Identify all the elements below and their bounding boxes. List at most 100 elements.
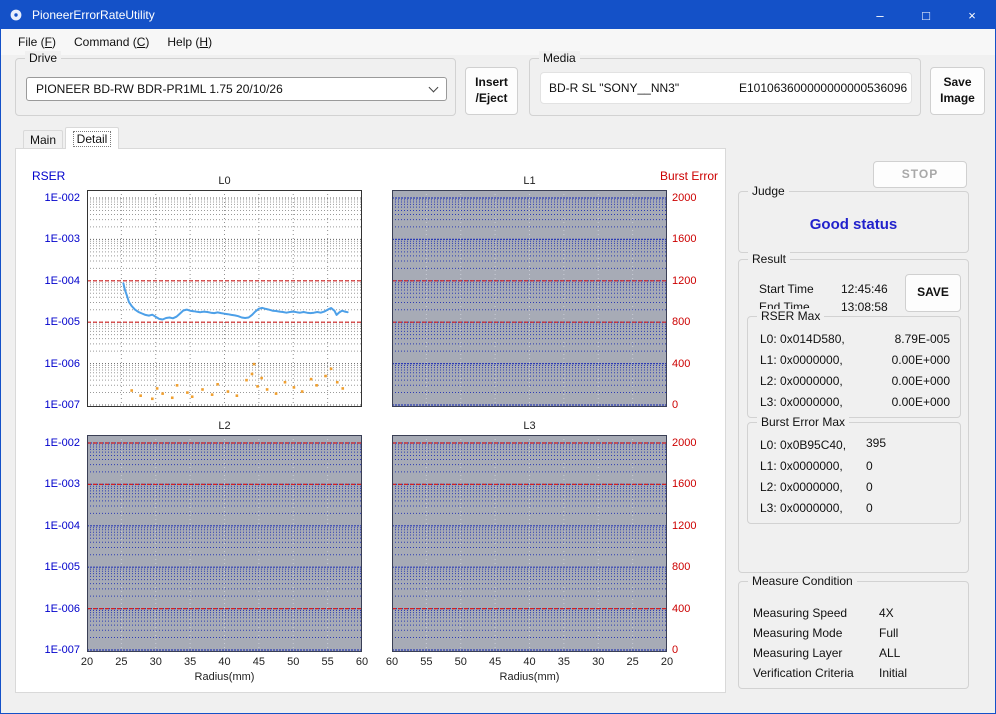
measuring-speed-label: Measuring Speed xyxy=(753,606,847,620)
radius-tick-label: 35 xyxy=(177,656,203,669)
insert-eject-line2: /Eject xyxy=(475,91,507,107)
measuring-speed-value: 4X xyxy=(879,606,894,620)
burst-error-max-group: Burst Error Max L0: 0x0B95C40, 395 L1: 0… xyxy=(747,422,961,524)
menu-help-post: ) xyxy=(208,35,212,49)
rser-tick-label: 1E-002 xyxy=(18,191,80,205)
rser-tick-label: 1E-003 xyxy=(18,477,80,491)
burst-max-l2-value: 0 xyxy=(866,480,873,494)
maximize-button[interactable]: □ xyxy=(903,1,949,29)
measuring-mode-label: Measuring Mode xyxy=(753,626,842,640)
burst-tick-label: 0 xyxy=(672,643,720,657)
stop-button[interactable]: STOP xyxy=(873,161,967,188)
result-group: Result Start Time 12:45:46 End Time 13:0… xyxy=(738,259,969,573)
menu-help-key: H xyxy=(199,35,208,49)
x-axis-label-right: Radius(mm) xyxy=(392,671,667,683)
save-button[interactable]: SAVE xyxy=(905,274,961,312)
drive-selected-value: PIONEER BD-RW BDR-PR1ML 1.75 20/10/26 xyxy=(36,82,283,96)
menu-file[interactable]: File (F) xyxy=(9,32,65,52)
burst-tick-label: 400 xyxy=(672,357,720,371)
menu-help[interactable]: Help (H) xyxy=(158,32,221,52)
app-icon xyxy=(8,7,24,23)
rser-max-group: RSER Max L0: 0x014D580, 8.79E-005 L1: 0x… xyxy=(747,316,961,418)
media-field: BD-R SL "SONY__NN3" E1010636000000000005… xyxy=(540,72,912,104)
window-title: PioneerErrorRateUtility xyxy=(32,8,155,22)
chart-l3 xyxy=(392,435,667,652)
burst-max-l1-addr: L1: 0x0000000, xyxy=(760,459,843,473)
measuring-layer-label: Measuring Layer xyxy=(753,646,842,660)
radius-tick-label: 40 xyxy=(517,656,543,669)
burst-tick-label: 1600 xyxy=(672,477,720,491)
rser-max-l0-value: 8.79E-005 xyxy=(895,332,950,346)
menu-command-pre: Command ( xyxy=(74,35,137,49)
radius-tick-label: 40 xyxy=(212,656,238,669)
tab-main[interactable]: Main xyxy=(23,130,63,149)
rser-max-l0-addr: L0: 0x014D580, xyxy=(760,332,845,346)
save-image-line1: Save xyxy=(943,75,971,91)
burst-tick-label: 1200 xyxy=(672,519,720,533)
radius-tick-label: 30 xyxy=(585,656,611,669)
burst-tick-label: 800 xyxy=(672,560,720,574)
minimize-button[interactable]: – xyxy=(857,1,903,29)
media-disc-id: E101063600000000000536096 xyxy=(739,81,907,95)
x-axis-label-left: Radius(mm) xyxy=(87,671,362,683)
result-group-label: Result xyxy=(748,252,790,266)
insert-eject-button[interactable]: Insert /Eject xyxy=(465,67,518,115)
radius-tick-label: 30 xyxy=(143,656,169,669)
rser-max-l1-addr: L1: 0x0000000, xyxy=(760,353,843,367)
burst-max-l1-value: 0 xyxy=(866,459,873,473)
media-disc-type: BD-R SL "SONY__NN3" xyxy=(549,81,739,95)
burst-max-l2-addr: L2: 0x0000000, xyxy=(760,480,843,494)
menu-command[interactable]: Command (C) xyxy=(65,32,158,52)
radius-tick-label: 25 xyxy=(108,656,134,669)
chart-l0 xyxy=(87,190,362,407)
radius-tick-label: 20 xyxy=(654,656,680,669)
rser-tick-label: 1E-005 xyxy=(18,560,80,574)
radius-tick-label: 45 xyxy=(482,656,508,669)
rser-max-l2-value: 0.00E+000 xyxy=(892,374,950,388)
verification-criteria-label: Verification Criteria xyxy=(753,666,854,680)
burst-tick-label: 800 xyxy=(672,315,720,329)
start-time-label: Start Time xyxy=(759,282,814,296)
rser-max-l2-addr: L2: 0x0000000, xyxy=(760,374,843,388)
burst-tick-label: 400 xyxy=(672,602,720,616)
chart-l2 xyxy=(87,435,362,652)
menu-bar: File (F) Command (C) Help (H) xyxy=(1,29,995,55)
rser-max-l3-value: 0.00E+000 xyxy=(892,395,950,409)
radius-tick-label: 50 xyxy=(448,656,474,669)
rser-tick-label: 1E-007 xyxy=(18,643,80,657)
radius-tick-label: 60 xyxy=(349,656,375,669)
measure-condition-group: Measure Condition Measuring Speed 4X Mea… xyxy=(738,581,969,689)
chevron-down-icon xyxy=(429,83,439,93)
radius-tick-label: 50 xyxy=(280,656,306,669)
radius-tick-label: 45 xyxy=(246,656,272,669)
radius-tick-label: 55 xyxy=(413,656,439,669)
rser-max-l1-value: 0.00E+000 xyxy=(892,353,950,367)
rser-tick-label: 1E-004 xyxy=(18,519,80,533)
measure-condition-label: Measure Condition xyxy=(748,574,857,588)
rser-axis-title: RSER xyxy=(32,169,65,183)
window-controls: – □ × xyxy=(857,1,995,29)
burst-tick-label: 1600 xyxy=(672,232,720,246)
chart-title-l2: L2 xyxy=(87,419,362,433)
rser-tick-label: 1E-005 xyxy=(18,315,80,329)
start-time-value: 12:45:46 xyxy=(841,282,888,296)
measuring-layer-value: ALL xyxy=(879,646,900,660)
chart-title-l3: L3 xyxy=(392,419,667,433)
radius-tick-label: 55 xyxy=(315,656,341,669)
burst-tick-label: 2000 xyxy=(672,436,720,450)
app-window: PioneerErrorRateUtility – □ × File (F) C… xyxy=(0,0,996,714)
drive-select[interactable]: PIONEER BD-RW BDR-PR1ML 1.75 20/10/26 xyxy=(26,77,447,101)
menu-file-key: F xyxy=(45,35,52,49)
radius-tick-label: 25 xyxy=(620,656,646,669)
tab-detail[interactable]: Detail xyxy=(65,127,119,149)
rser-tick-label: 1E-006 xyxy=(18,357,80,371)
tab-detail-label: Detail xyxy=(73,131,112,147)
burst-tick-label: 2000 xyxy=(672,191,720,205)
save-image-button[interactable]: Save Image xyxy=(930,67,985,115)
rser-tick-label: 1E-006 xyxy=(18,602,80,616)
radius-tick-label: 60 xyxy=(379,656,405,669)
detail-tab-page: RSER Burst Error Radius(mm) Radius(mm) L… xyxy=(15,148,726,693)
drive-group-label: Drive xyxy=(25,51,61,65)
close-button[interactable]: × xyxy=(949,1,995,29)
save-image-line2: Image xyxy=(940,91,975,107)
